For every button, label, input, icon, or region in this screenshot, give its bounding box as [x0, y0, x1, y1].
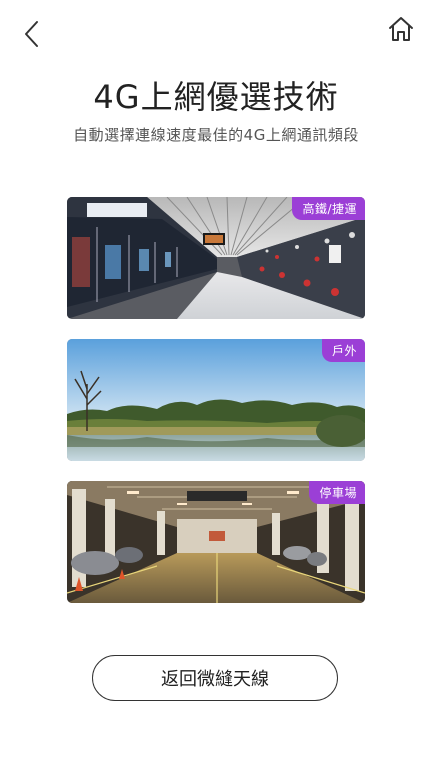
page-subtitle: 自動選擇連線速度最佳的4G上網通訊頻段 [73, 126, 359, 144]
scene-tag-outdoor: 戶外 [321, 339, 365, 362]
outdoor-lake-image [67, 339, 365, 461]
home-icon [387, 15, 415, 47]
page-title: 4G上網優選技術 [93, 78, 339, 116]
scene-card-parking: 停車場 [67, 481, 365, 603]
scene-card-metro: 高鐵/捷運 [67, 197, 365, 319]
return-to-microslot-antenna-button[interactable]: 返回微縫天線 [92, 655, 338, 701]
home-button[interactable] [384, 14, 418, 48]
back-button[interactable] [16, 18, 48, 54]
chevron-left-icon [22, 19, 42, 53]
scene-tag-metro: 高鐵/捷運 [292, 197, 365, 220]
scene-tag-parking: 停車場 [309, 481, 365, 504]
scene-card-outdoor: 戶外 [67, 339, 365, 461]
